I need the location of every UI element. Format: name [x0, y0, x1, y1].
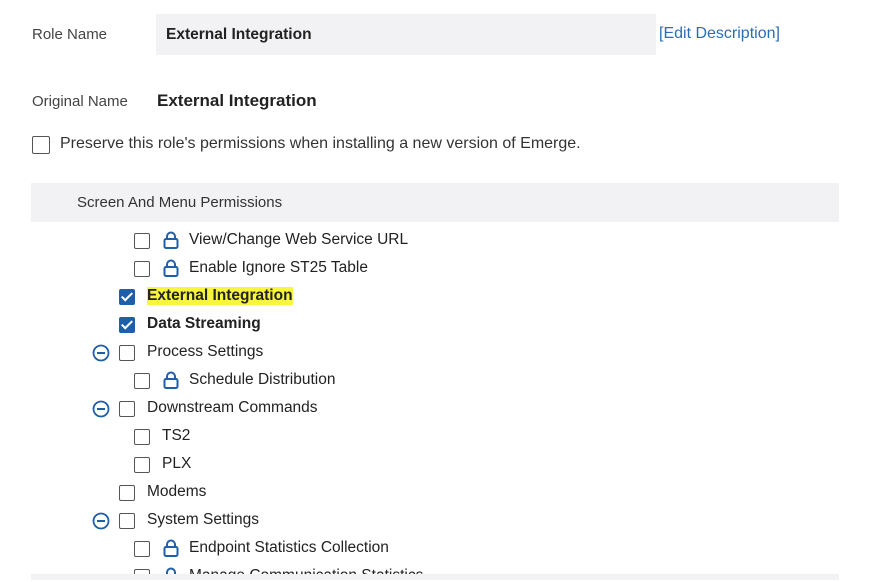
tree-item-checkbox[interactable]: [119, 289, 135, 305]
panel-bottom-edge: [31, 574, 839, 580]
checkbox-checked[interactable]: [119, 317, 135, 333]
tree-item-label: Data Streaming: [147, 315, 261, 332]
preserve-permissions-checkbox[interactable]: [32, 136, 50, 154]
original-name-value: External Integration: [157, 91, 317, 110]
tree-item-checkbox[interactable]: [119, 513, 135, 529]
collapse-minus-icon[interactable]: [92, 400, 110, 423]
tree-item: External Integration: [0, 286, 872, 308]
checkbox-unchecked[interactable]: [119, 401, 135, 417]
tree-item-label: View/Change Web Service URL: [189, 231, 409, 248]
original-name-label: Original Name: [32, 93, 128, 110]
checkbox-unchecked[interactable]: [134, 373, 150, 389]
tree-item-label: Modems: [147, 483, 207, 500]
section-title: Screen And Menu Permissions: [77, 194, 283, 211]
tree-item-label: Process Settings: [147, 343, 264, 360]
tree-item-checkbox[interactable]: [119, 345, 135, 361]
collapse-minus-icon[interactable]: [92, 344, 110, 367]
checkbox-checked[interactable]: [119, 289, 135, 305]
checkbox-unchecked[interactable]: [134, 429, 150, 445]
tree-item-checkbox[interactable]: [134, 429, 150, 445]
collapse-minus-icon[interactable]: [92, 512, 110, 535]
role-name-input[interactable]: [156, 14, 656, 55]
tree-item: PLX: [0, 454, 872, 476]
tree-item: Enable Ignore ST25 Table: [0, 258, 872, 280]
lock-icon: [162, 567, 180, 574]
tree-item-checkbox[interactable]: [119, 485, 135, 501]
tree-item-checkbox[interactable]: [134, 373, 150, 389]
tree-item: TS2: [0, 426, 872, 448]
tree-item-label: Downstream Commands: [147, 399, 318, 416]
tree-item-checkbox[interactable]: [119, 401, 135, 417]
tree-item: Modems: [0, 482, 872, 504]
lock-icon: [162, 259, 180, 282]
checkbox-unchecked[interactable]: [119, 345, 135, 361]
checkbox-unchecked[interactable]: [134, 261, 150, 277]
checkbox-unchecked[interactable]: [134, 457, 150, 473]
role-name-label: Role Name: [32, 26, 108, 43]
tree-item: Process Settings: [0, 342, 872, 364]
tree-item-checkbox[interactable]: [134, 541, 150, 557]
tree-item: Downstream Commands: [0, 398, 872, 420]
tree-item: Schedule Distribution: [0, 370, 872, 392]
lock-icon: [162, 231, 180, 252]
tree-item-label: Schedule Distribution: [189, 371, 336, 388]
preserve-permissions-label: Preserve this role's permissions when in…: [60, 135, 581, 152]
lock-icon: [162, 539, 180, 562]
edit-description-link[interactable]: [Edit Description]: [659, 25, 780, 43]
tree-item-checkbox[interactable]: [134, 457, 150, 473]
checkbox-unchecked[interactable]: [119, 513, 135, 529]
tree-item-checkbox[interactable]: [119, 317, 135, 333]
tree-item-checkbox[interactable]: [134, 233, 150, 249]
checkbox-unchecked[interactable]: [134, 541, 150, 557]
tree-item: View/Change Web Service URL: [0, 230, 872, 252]
checkbox-unchecked[interactable]: [119, 485, 135, 501]
tree-item-checkbox[interactable]: [134, 261, 150, 277]
lock-icon: [162, 371, 180, 394]
tree-item-label: TS2: [162, 427, 191, 444]
tree-item-label: Endpoint Statistics Collection: [189, 539, 389, 556]
tree-item: Manage Communication Statistics: [0, 566, 872, 574]
tree-item: System Settings: [0, 510, 872, 532]
checkbox-unchecked[interactable]: [134, 233, 150, 249]
tree-item-label: Manage Communication Statistics: [189, 567, 423, 574]
tree-item-label: Enable Ignore ST25 Table: [189, 259, 368, 276]
tree-item: Endpoint Statistics Collection: [0, 538, 872, 560]
tree-item-label: PLX: [162, 455, 192, 472]
tree-item-label: External Integration: [147, 287, 293, 305]
preserve-checkbox-box[interactable]: [32, 136, 50, 154]
tree-item: Data Streaming: [0, 314, 872, 336]
tree-item-label: System Settings: [147, 511, 259, 528]
